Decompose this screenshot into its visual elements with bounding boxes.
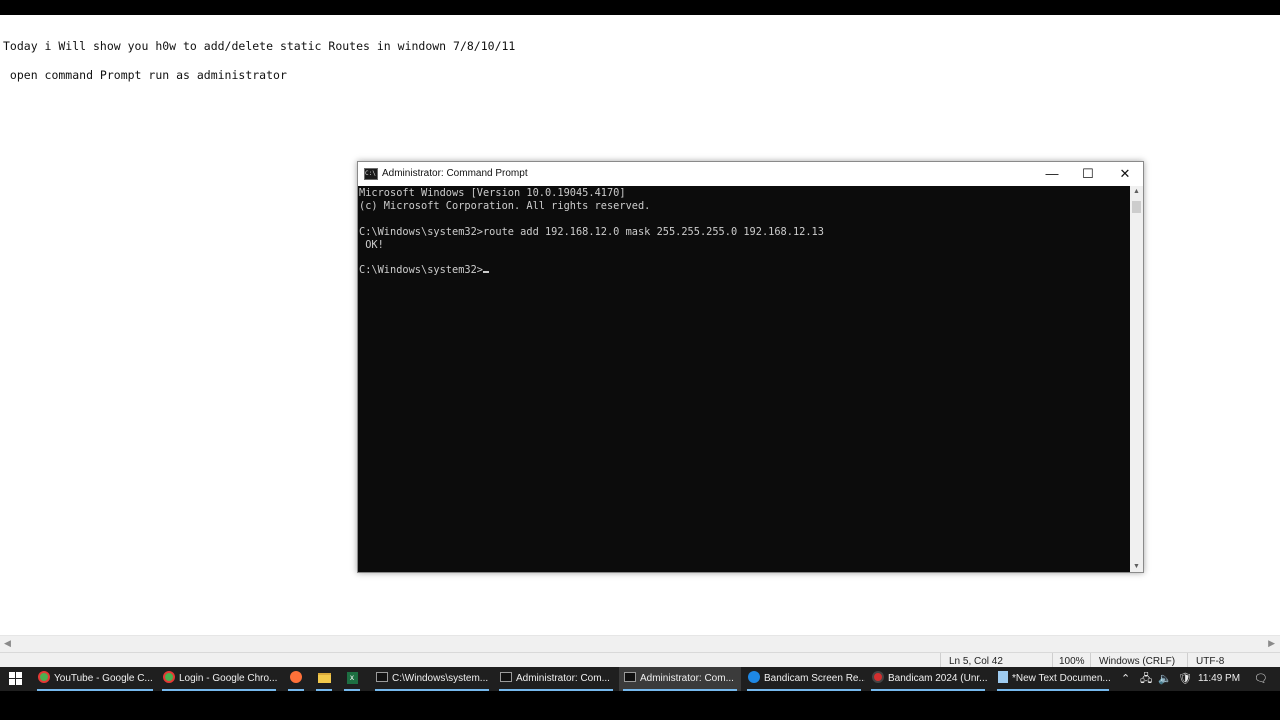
taskbar-item-text-document[interactable]: *New Text Documen...	[993, 667, 1113, 691]
console-line: OK!	[359, 238, 384, 251]
taskbar-item-file-explorer[interactable]	[312, 667, 336, 691]
folder-icon	[317, 673, 331, 684]
zoom-level: 100%	[1059, 656, 1085, 667]
scroll-left-icon[interactable]: ◀	[4, 638, 11, 649]
console-output[interactable]: Microsoft Windows [Version 10.0.19045.41…	[358, 186, 1130, 572]
taskbar-item-bandicam-2024[interactable]: Bandicam 2024 (Unr...	[867, 667, 989, 691]
notification-icon: 🗨	[1254, 673, 1268, 685]
cmd-icon	[376, 672, 388, 683]
taskbar-item-bandicam-screen[interactable]: Bandicam Screen Re...	[743, 667, 865, 691]
cursor-position: Ln 5, Col 42	[949, 656, 1003, 667]
document-text-area[interactable]: Today i Will show you h0w to add/delete …	[3, 32, 515, 90]
minimize-button[interactable]: —	[1034, 162, 1070, 186]
excel-icon: x	[346, 672, 358, 685]
doc-line-2: open command Prompt run as administrator	[3, 68, 287, 82]
scroll-up-icon[interactable]: ▲	[1133, 188, 1140, 195]
cmd-icon	[500, 672, 512, 683]
notepad-icon	[998, 671, 1008, 684]
console-line: Microsoft Windows [Version 10.0.19045.41…	[359, 187, 626, 199]
taskbar-item-admin-cmd-2[interactable]: Administrator: Com...	[619, 667, 741, 691]
bandicam-icon	[872, 671, 884, 684]
scroll-right-icon[interactable]: ▶	[1268, 638, 1275, 649]
clock[interactable]: 11:49 PM	[1198, 667, 1240, 691]
console-line: C:\Windows\system32>route add 192.168.12…	[359, 225, 824, 238]
line-ending: Windows (CRLF)	[1099, 656, 1176, 667]
chrome-icon	[38, 671, 50, 684]
taskbar-item-admin-cmd-1[interactable]: Administrator: Com...	[495, 667, 617, 691]
taskbar-item-firefox[interactable]	[284, 667, 308, 691]
maximize-button[interactable]: ☐	[1070, 162, 1106, 186]
cmd-title-bar[interactable]: C:\ Administrator: Command Prompt — ☐ ✕	[358, 162, 1143, 186]
taskbar-item-excel[interactable]: x	[340, 667, 364, 691]
chrome-icon	[163, 671, 175, 684]
console-prompt: C:\Windows\system32>	[359, 264, 483, 277]
doc-line-1: Today i Will show you h0w to add/delete …	[3, 39, 516, 53]
command-prompt-window[interactable]: C:\ Administrator: Command Prompt — ☐ ✕ …	[357, 161, 1144, 573]
console-prompt-line: C:\Windows\system32>	[359, 264, 1130, 277]
text-cursor	[483, 271, 489, 274]
start-button[interactable]	[0, 667, 30, 691]
taskbar: YouTube - Google C... Login - Google Chr…	[0, 667, 1280, 691]
volume-icon[interactable]: 🔈	[1158, 667, 1172, 691]
status-bar: Ln 5, Col 42 100% Windows (CRLF) UTF-8	[0, 652, 1280, 668]
taskbar-item-cmd-system32[interactable]: C:\Windows\system...	[371, 667, 493, 691]
encoding: UTF-8	[1196, 656, 1225, 667]
security-shield-icon[interactable]: 🛡	[1178, 667, 1192, 691]
horizontal-scrollbar[interactable]: ◀ ▶	[0, 635, 1280, 653]
firefox-icon	[290, 671, 302, 684]
screen-border	[0, 691, 1280, 720]
cmd-icon: C:\	[364, 168, 378, 180]
notification-center-button[interactable]: 🗨	[1254, 667, 1268, 691]
taskbar-item-login-chrome[interactable]: Login - Google Chro...	[158, 667, 280, 691]
network-icon[interactable]: 🖧	[1140, 667, 1152, 691]
console-line: (c) Microsoft Corporation. All rights re…	[359, 199, 651, 212]
chevron-up-icon: ⌃	[1121, 673, 1131, 685]
edge-icon	[748, 671, 760, 684]
vertical-scrollbar[interactable]: ▲ ▼	[1130, 186, 1143, 572]
taskbar-item-youtube-chrome[interactable]: YouTube - Google C...	[33, 667, 157, 691]
window-title: Administrator: Command Prompt	[382, 168, 528, 179]
close-button[interactable]: ✕	[1107, 162, 1143, 186]
scroll-thumb[interactable]	[1132, 201, 1141, 213]
windows-start-icon	[8, 671, 22, 685]
cmd-icon	[624, 672, 636, 683]
show-hidden-icons-button[interactable]: ⌃	[1121, 667, 1130, 691]
scroll-down-icon[interactable]: ▼	[1133, 563, 1140, 570]
